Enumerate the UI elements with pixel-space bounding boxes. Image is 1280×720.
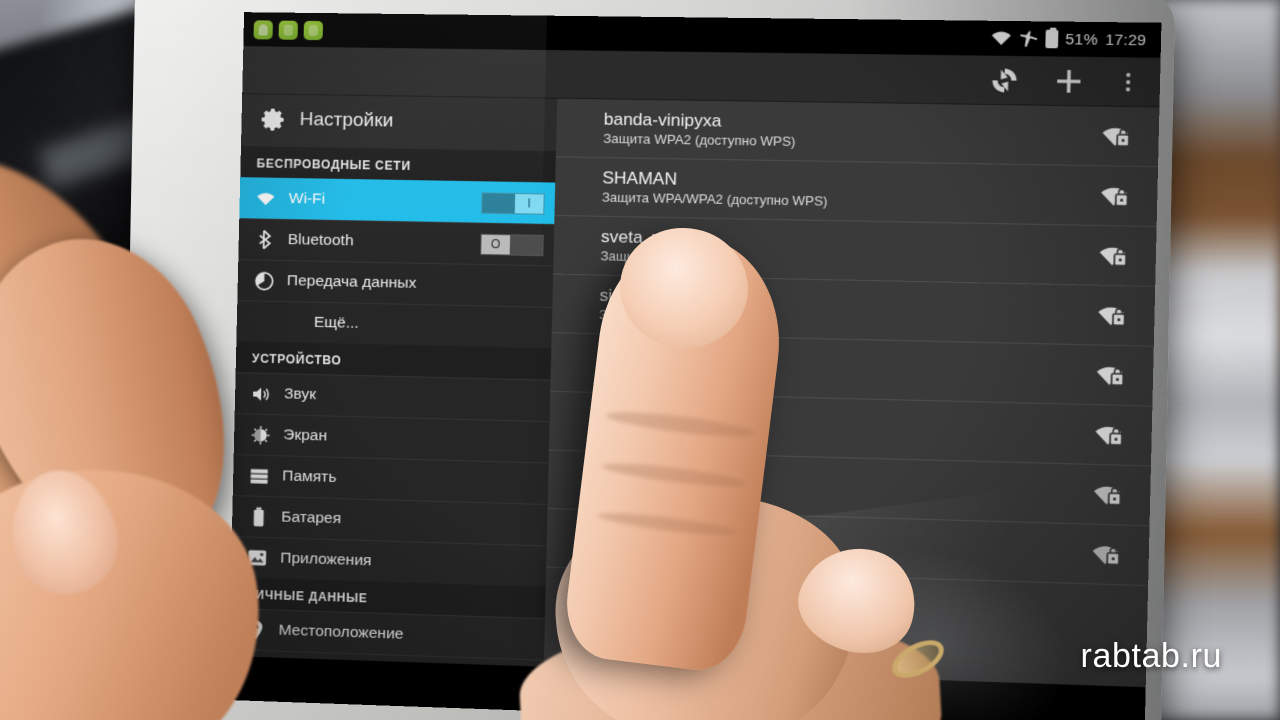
android-icon <box>253 19 273 40</box>
tablet-screen[interactable]: 51% 17:29 Настройки БЕСПРОВОДНЫЕ СЕТИ Wi… <box>227 12 1162 720</box>
wifi-lock-icon <box>1085 542 1122 566</box>
sidebar-item-label: Wi-Fi <box>288 190 326 208</box>
sidebar-item-label: Ещё... <box>313 313 360 332</box>
status-indicators: 51% 17:29 <box>990 29 1146 49</box>
sidebar-item-data-usage[interactable]: Передача данных <box>237 259 554 307</box>
wifi-item-text: six Защита WPA/WPA2 <box>599 285 1091 336</box>
wifi-toggle[interactable]: I <box>481 191 545 215</box>
sound-icon <box>251 385 271 403</box>
airplane-mode-icon <box>1019 30 1038 47</box>
app-header: Настройки <box>240 94 558 152</box>
sidebar-item-label: Bluetooth <box>287 231 354 250</box>
watermark: rabtab.ru <box>1080 637 1222 675</box>
bluetooth-toggle-knob: O <box>481 234 511 254</box>
wifi-lock-icon <box>1092 244 1129 267</box>
gear-icon <box>261 108 284 131</box>
battery-icon <box>248 506 268 528</box>
wifi-item-text: 811 Защита WPA/W <box>595 461 1087 515</box>
wifi-item-text: FEIA Защита WPA2 (дост <box>596 402 1088 455</box>
app-icon <box>278 20 298 40</box>
wifi-ssid: T <box>593 529 605 549</box>
wifi-item-text: sveta_wf Защита WPA/WPA2 <box>600 226 1092 276</box>
wifi-list-item[interactable]: SHAMAN Защита WPA/WPA2 (доступно WPS) <box>554 157 1159 228</box>
wifi-toggle-knob: I <box>514 193 544 214</box>
wps-icon[interactable] <box>991 66 1019 93</box>
wifi-list-item[interactable]: banda-vinipyxa Защита WPA2 (доступно WPS… <box>555 98 1160 168</box>
wifi-lock-icon <box>1091 304 1128 327</box>
page-title: Настройки <box>299 109 394 132</box>
wifi-item-text: ASUS Защита WPA2 (доступно <box>598 343 1090 395</box>
sidebar-item-label: Местоположение <box>278 621 404 643</box>
sidebar-item-label: Звук <box>283 385 317 404</box>
wifi-item-text: T <box>594 528 1086 565</box>
wifi-lock-icon <box>1089 363 1126 387</box>
sidebar-item-bluetooth[interactable]: Bluetooth O <box>238 218 555 266</box>
display-icon <box>250 425 270 445</box>
wifi-lock-icon <box>1086 483 1123 507</box>
wifi-lock-icon <box>1093 184 1130 207</box>
screenshot-stage: 51% 17:29 Настройки БЕСПРОВОДНЫЕ СЕТИ Wi… <box>0 0 1280 720</box>
bluetooth-toggle[interactable]: O <box>480 233 544 256</box>
add-network-icon[interactable] <box>1054 66 1084 95</box>
sidebar-item-label: Передача данных <box>286 272 417 292</box>
sidebar-item-label: Батарея <box>281 508 342 528</box>
data-usage-icon <box>254 271 274 290</box>
overflow-menu-icon[interactable] <box>1119 70 1137 93</box>
battery-percent: 51% <box>1065 30 1099 49</box>
wifi-icon <box>256 191 276 206</box>
location-pin-icon <box>245 620 265 641</box>
wifi-icon <box>991 31 1011 46</box>
sidebar-item-label: Приложения <box>280 549 372 570</box>
app-icon <box>303 20 324 40</box>
tablet-device: 51% 17:29 Настройки БЕСПРОВОДНЫЕ СЕТИ Wi… <box>120 0 1176 720</box>
wifi-lock-icon <box>1088 423 1125 447</box>
wifi-item-text: banda-vinipyxa Защита WPA2 (доступно WPS… <box>603 108 1095 156</box>
apps-icon <box>247 549 267 568</box>
volume-icon[interactable] <box>664 679 696 707</box>
wifi-lock-icon <box>1095 124 1132 147</box>
sidebar-item-label: Память <box>282 467 337 486</box>
notification-icons <box>253 19 324 40</box>
bluetooth-icon <box>255 229 275 250</box>
settings-content: Настройки БЕСПРОВОДНЫЕ СЕТИ Wi-Fi I Blue… <box>228 94 1160 688</box>
battery-icon <box>1045 29 1059 49</box>
settings-sidebar[interactable]: Настройки БЕСПРОВОДНЫЕ СЕТИ Wi-Fi I Blue… <box>228 94 558 667</box>
sidebar-item-wifi[interactable]: Wi-Fi I <box>239 177 556 225</box>
sidebar-item-more[interactable]: Ещё... <box>236 300 553 349</box>
clock: 17:29 <box>1105 30 1147 49</box>
wifi-item-text: SHAMAN Защита WPA/WPA2 (доступно WPS) <box>602 167 1094 216</box>
wifi-network-list[interactable]: banda-vinipyxa Защита WPA2 (доступно WPS… <box>543 98 1160 688</box>
sidebar-item-label: Экран <box>283 426 328 445</box>
storage-icon <box>249 467 269 485</box>
